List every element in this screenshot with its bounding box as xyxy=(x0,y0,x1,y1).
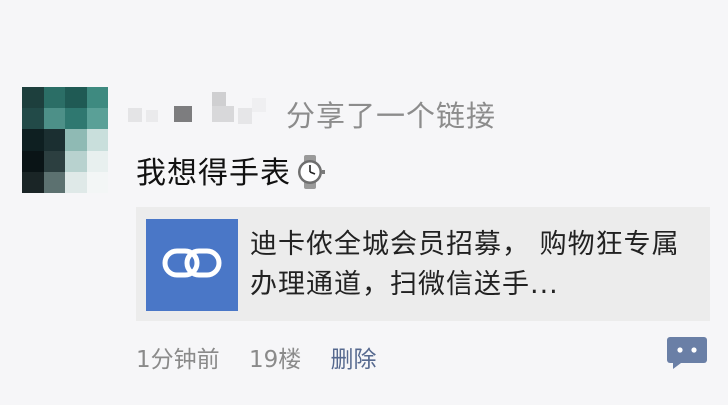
avatar[interactable] xyxy=(22,87,108,193)
post-time: 1分钟前 xyxy=(136,347,220,373)
link-chain-icon xyxy=(162,246,222,284)
watch-icon xyxy=(295,154,325,189)
post-content: 我想得手表 xyxy=(136,148,325,192)
share-action-text: 分享了一个链接 xyxy=(286,99,497,133)
post-text: 我想得手表 xyxy=(136,156,291,191)
shared-link-card[interactable]: 迪卡侬全城会员招募， 购物狂专属办理通道，扫微信送手... xyxy=(136,207,710,321)
link-title: 迪卡侬全城会员招募， 购物狂专属办理通道，扫微信送手... xyxy=(250,229,680,300)
username-pixelated[interactable] xyxy=(128,90,278,130)
post-floor: 19楼 xyxy=(248,347,302,373)
comment-bubble-icon[interactable] xyxy=(667,337,707,369)
link-thumbnail xyxy=(146,219,238,311)
moments-post: 分享了一个链接 我想得手表 迪卡侬全城会员招募， 购物狂专属办理通道，扫微信送手… xyxy=(0,0,728,405)
delete-button[interactable]: 删除 xyxy=(331,347,377,373)
post-meta: 1分钟前 19楼 删除 xyxy=(136,340,399,374)
